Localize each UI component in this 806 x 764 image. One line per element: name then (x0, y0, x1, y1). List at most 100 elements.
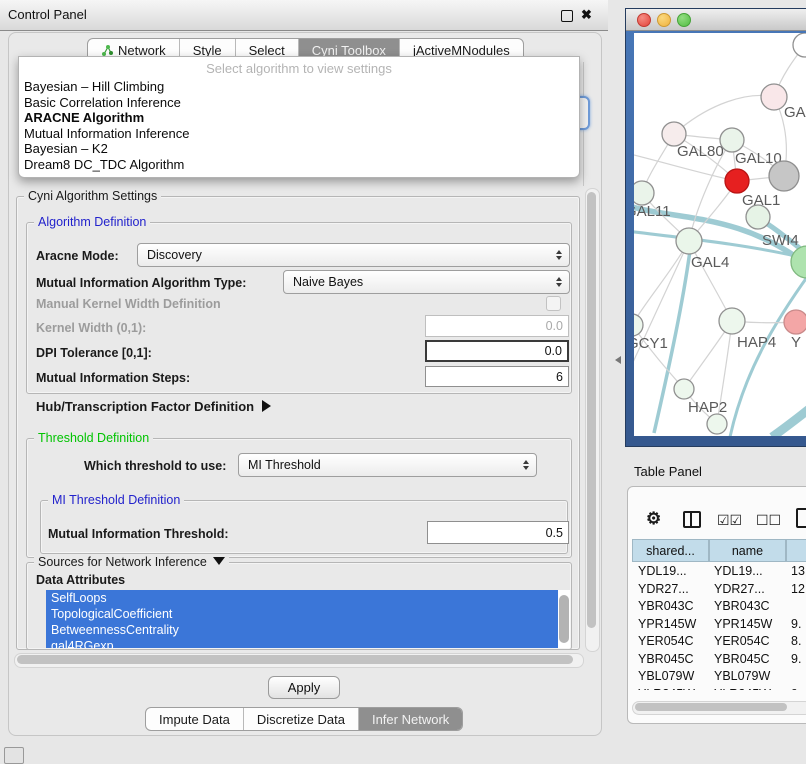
zoom-traffic-light[interactable] (677, 13, 691, 27)
control-panel: Control Panel ✖ NetworkStyleSelectCyni T… (0, 0, 608, 745)
cyni-settings-title: Cyni Algorithm Settings (24, 189, 161, 203)
table-row[interactable]: YBL079WYBL079W (628, 669, 806, 687)
network-graph: GALGAL80GAL10GAL1GAL11SWI4GAL4GCY1HAP4YH… (634, 33, 806, 436)
column-header-partial[interactable] (786, 539, 806, 562)
network-edge[interactable] (730, 273, 806, 436)
table-hscrollbar-track[interactable] (632, 701, 806, 715)
kernel-width-field[interactable]: 0.0 (425, 315, 569, 337)
network-node-gal4[interactable] (676, 228, 702, 254)
network-node[interactable] (707, 414, 727, 434)
dropdown-item[interactable]: Bayesian – Hill Climbing (24, 79, 164, 94)
dropdown-item[interactable]: ARACNE Algorithm (24, 110, 144, 125)
table-cell: YBR043C (638, 599, 694, 613)
node-label: HAP2 (688, 399, 727, 416)
network-node-swi4[interactable] (746, 205, 770, 229)
split-columns-icon[interactable] (683, 511, 701, 528)
attribute-list-item[interactable]: SelfLoops (46, 590, 558, 606)
network-edge[interactable] (772, 401, 806, 436)
attribute-list-item[interactable]: TopologicalCoefficient (46, 606, 558, 622)
node-label: GAL4 (691, 254, 729, 271)
table-row[interactable]: YDL19...YDL19...13 (628, 564, 806, 582)
settings-hscrollbar-thumb[interactable] (17, 655, 573, 664)
column-header-name[interactable]: name (709, 539, 786, 562)
algorithm-definition-title: Algorithm Definition (34, 215, 150, 229)
gear-icon[interactable]: ⚙ (646, 509, 661, 529)
table-cell: 12 (791, 582, 805, 596)
table-cell: YPR145W (714, 617, 772, 631)
settings-vscrollbar-track[interactable] (585, 188, 600, 652)
dropdown-item[interactable]: Basic Correlation Inference (24, 95, 181, 110)
table-row[interactable]: YLR345WYLR345W9. (628, 687, 806, 691)
select-all-icon[interactable]: ☑☑ (717, 512, 742, 529)
dropdown-item[interactable]: Dream8 DC_TDC Algorithm (24, 157, 184, 172)
node-label: Y (791, 334, 801, 351)
network-node[interactable] (791, 246, 806, 278)
settings-hscrollbar-track[interactable] (14, 653, 584, 668)
sources-group-title: Sources for Network Inference (38, 555, 207, 569)
network-node-hap4[interactable] (719, 308, 745, 334)
mi-steps-field[interactable]: 6 (425, 366, 569, 387)
floating-panel-icon[interactable] (4, 747, 24, 764)
table-row[interactable]: YBR043CYBR043C (628, 599, 806, 617)
tab-impute-data[interactable]: Impute Data (146, 708, 244, 730)
manual-kernel-checkbox[interactable] (546, 296, 561, 311)
data-attributes-list[interactable]: SelfLoopsTopologicalCoefficientBetweenne… (46, 590, 570, 648)
table-row[interactable]: YER054CYER054C8. (628, 634, 806, 652)
document-icon[interactable] (796, 508, 806, 528)
collapsed-arrow-icon (262, 400, 271, 412)
attribute-list-scrollbar[interactable] (559, 595, 569, 643)
network-node-hap2[interactable] (674, 379, 694, 399)
table-row[interactable]: YPR145WYPR145W9. (628, 617, 806, 635)
settings-vscrollbar-thumb[interactable] (587, 192, 596, 628)
apply-button[interactable]: Apply (268, 676, 340, 699)
dropdown-item[interactable]: Mutual Information Inference (24, 126, 189, 141)
table-row[interactable]: YDR27...YDR27...12 (628, 582, 806, 600)
mi-threshold-label: Mutual Information Threshold: (48, 527, 229, 541)
hub-definition-toggle[interactable]: Hub/Transcription Factor Definition (36, 399, 271, 414)
table-row[interactable]: YBR045CYBR045C9. (628, 652, 806, 670)
attribute-list-item[interactable]: gal4RGexp (46, 638, 558, 648)
table-cell: 9. (791, 687, 801, 691)
split-pane-collapse-arrow[interactable] (615, 356, 621, 364)
control-panel-titlebar: Control Panel ✖ (0, 0, 608, 31)
table-cell: YPR145W (638, 617, 696, 631)
minimize-traffic-light[interactable] (657, 13, 671, 27)
dropdown-item[interactable]: Bayesian – K2 (24, 141, 108, 156)
dpi-tolerance-field[interactable]: 0.0 (425, 340, 569, 362)
network-node[interactable] (769, 161, 799, 191)
table-cell: YER054C (714, 634, 770, 648)
close-traffic-light[interactable] (637, 13, 651, 27)
node-label: GAL (784, 104, 806, 121)
manual-kernel-label: Manual Kernel Width Definition (36, 297, 221, 311)
hub-definition-label: Hub/Transcription Factor Definition (36, 399, 254, 414)
tab-infer-network[interactable]: Infer Network (359, 708, 462, 730)
tab-discretize-data[interactable]: Discretize Data (244, 708, 359, 730)
mi-threshold-field[interactable]: 0.5 (427, 521, 569, 544)
deselect-all-icon[interactable]: ☐☐ (756, 512, 781, 529)
attribute-list-item[interactable]: BetweennessCentrality (46, 622, 558, 638)
network-edge[interactable] (674, 96, 774, 134)
aracne-mode-combo[interactable]: Discovery (137, 243, 570, 267)
network-node-gal1[interactable] (725, 169, 749, 193)
which-threshold-combo[interactable]: MI Threshold (238, 453, 537, 477)
expanded-arrow-icon (213, 557, 225, 565)
network-canvas[interactable]: GALGAL80GAL10GAL1GAL11SWI4GAL4GCY1HAP4YH… (634, 33, 806, 436)
table-hscrollbar-thumb[interactable] (635, 703, 787, 711)
table-cell: YLR345W (638, 687, 695, 691)
network-node-gal10[interactable] (720, 128, 744, 152)
sources-group-toggle[interactable]: Sources for Network Inference (34, 555, 229, 569)
table-cell: 13 (791, 564, 805, 578)
mi-type-combo[interactable]: Naive Bayes (283, 270, 570, 294)
network-node-gcy1[interactable] (634, 314, 643, 336)
tab-label: Impute Data (159, 712, 230, 727)
network-node[interactable] (793, 33, 806, 57)
network-window-titlebar[interactable] (626, 9, 806, 31)
network-node-gal11[interactable] (634, 181, 654, 205)
close-icon[interactable]: ✖ (581, 6, 592, 24)
column-header-shared-name[interactable]: shared... (632, 539, 709, 562)
float-panel-icon[interactable] (561, 10, 573, 22)
mi-threshold-group-title: MI Threshold Definition (48, 493, 184, 507)
dropdown-placeholder: Select algorithm to view settings (19, 61, 579, 76)
network-node-y[interactable] (784, 310, 806, 334)
table-panel-title: Table Panel (634, 464, 702, 479)
